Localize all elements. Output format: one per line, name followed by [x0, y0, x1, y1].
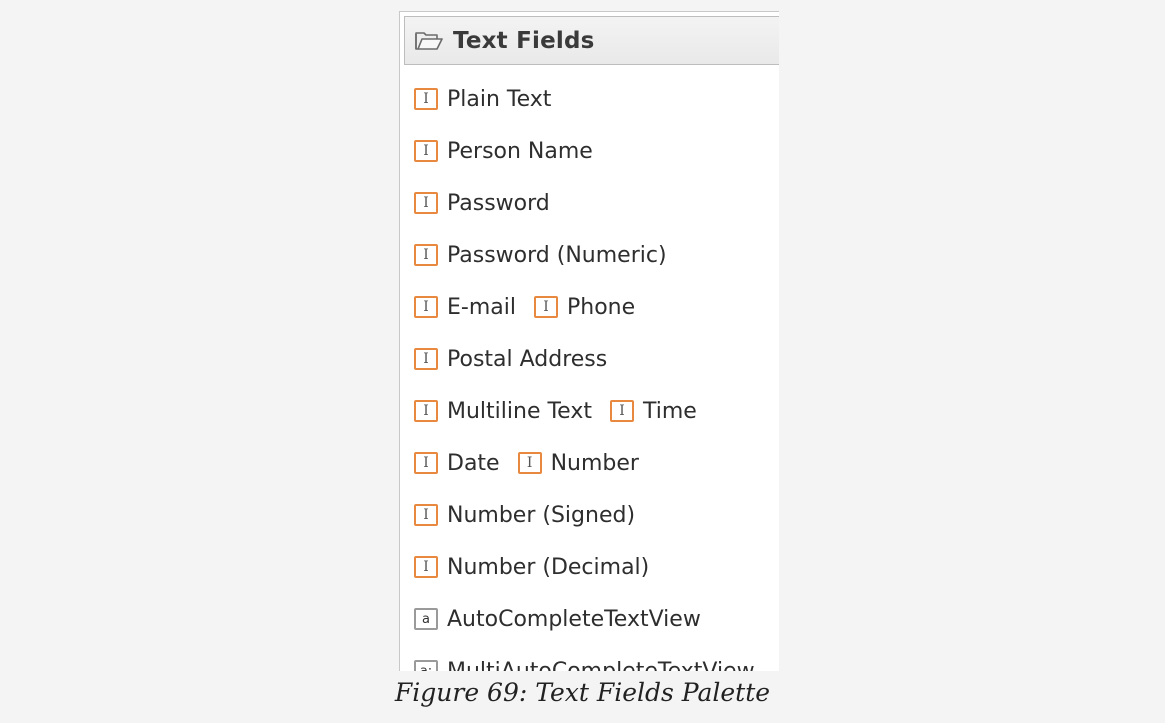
palette-row: I Number (Decimal)	[414, 541, 779, 593]
text-cursor-icon: I	[414, 452, 438, 474]
palette-item-phone[interactable]: I Phone	[533, 294, 636, 320]
palette-item-label: MultiAutoCompleteTextView	[447, 658, 755, 672]
text-cursor-icon: I	[414, 556, 438, 578]
palette-item-password-numeric[interactable]: I Password (Numeric)	[414, 243, 667, 268]
palette-row: I Person Name	[414, 125, 779, 177]
palette-item-label: Time	[642, 398, 697, 424]
palette-item-time[interactable]: I Time	[609, 398, 697, 424]
palette-item-person-name[interactable]: I Person Name	[414, 139, 593, 164]
text-cursor-icon: I	[414, 348, 438, 370]
palette-row: I Date I Number	[414, 437, 779, 489]
palette-header-title: Text Fields	[453, 27, 595, 54]
palette-category-header[interactable]: Text Fields	[404, 16, 779, 65]
palette-row: I Multiline Text I Time	[414, 385, 779, 437]
palette-item-label: Password (Numeric)	[447, 242, 667, 268]
palette-row: I Plain Text	[414, 73, 779, 125]
text-cursor-icon: I	[414, 140, 438, 162]
palette-item-number-signed[interactable]: I Number (Signed)	[414, 503, 635, 528]
palette-item-e-mail[interactable]: I E-mail	[414, 295, 516, 320]
palette-row: a AutoCompleteTextView	[414, 593, 779, 645]
palette-row: I Postal Address	[414, 333, 779, 385]
figure-caption: Figure 69: Text Fields Palette	[394, 678, 771, 707]
text-cursor-icon: I	[414, 504, 438, 526]
palette-row: I Number (Signed)	[414, 489, 779, 541]
text-cursor-icon: I	[517, 452, 542, 474]
palette-item-label: Postal Address	[447, 346, 608, 372]
palette-item-postal-address[interactable]: I Postal Address	[414, 347, 607, 372]
palette-item-label: Date	[447, 450, 500, 476]
text-fields-palette: Text Fields I Plain Text I Person Name I Pass…	[399, 11, 779, 671]
palette-item-list: I Plain Text I Person Name I Password I Passwor…	[414, 73, 779, 671]
palette-item-label: Password	[447, 190, 550, 216]
palette-item-label: Number (Signed)	[447, 502, 636, 528]
text-cursor-icon: I	[533, 296, 558, 318]
text-cursor-icon: I	[414, 88, 438, 110]
palette-item-number[interactable]: I Number	[517, 450, 639, 476]
palette-item-autocompletetextview[interactable]: a AutoCompleteTextView	[414, 607, 701, 632]
palette-item-label: AutoCompleteTextView	[447, 606, 701, 632]
palette-item-number-decimal[interactable]: I Number (Decimal)	[414, 555, 649, 580]
text-cursor-icon: I	[414, 244, 438, 266]
palette-item-label: Multiline Text	[447, 398, 592, 424]
figure: Text Fields I Plain Text I Person Name I Pass…	[0, 0, 1165, 723]
palette-item-label: Plain Text	[447, 86, 552, 112]
palette-row: I Password (Numeric)	[414, 229, 779, 281]
palette-row: I E-mail I Phone	[414, 281, 779, 333]
palette-item-label: Number	[550, 450, 639, 476]
palette-row: I Password	[414, 177, 779, 229]
text-cursor-icon: I	[414, 192, 438, 214]
palette-item-multiautocompletetextview[interactable]: a: MultiAutoCompleteTextView	[414, 658, 755, 672]
palette-item-label: Number (Decimal)	[447, 554, 650, 580]
palette-item-label: Person Name	[447, 138, 593, 164]
text-cursor-icon: I	[609, 400, 634, 422]
autocomplete-icon: a	[414, 608, 438, 630]
text-cursor-icon: I	[414, 400, 438, 422]
text-cursor-icon: I	[414, 296, 438, 318]
palette-item-label: E-mail	[447, 294, 516, 320]
palette-item-plain-text[interactable]: I Plain Text	[414, 87, 551, 112]
palette-item-password[interactable]: I Password	[414, 191, 550, 216]
multi-autocomplete-icon: a:	[414, 660, 438, 671]
folder-open-icon	[415, 31, 443, 50]
palette-item-multiline-text[interactable]: I Multiline Text	[414, 399, 592, 424]
palette-item-date[interactable]: I Date	[414, 451, 500, 476]
palette-row: a: MultiAutoCompleteTextView	[414, 645, 779, 671]
palette-item-label: Phone	[566, 294, 636, 320]
